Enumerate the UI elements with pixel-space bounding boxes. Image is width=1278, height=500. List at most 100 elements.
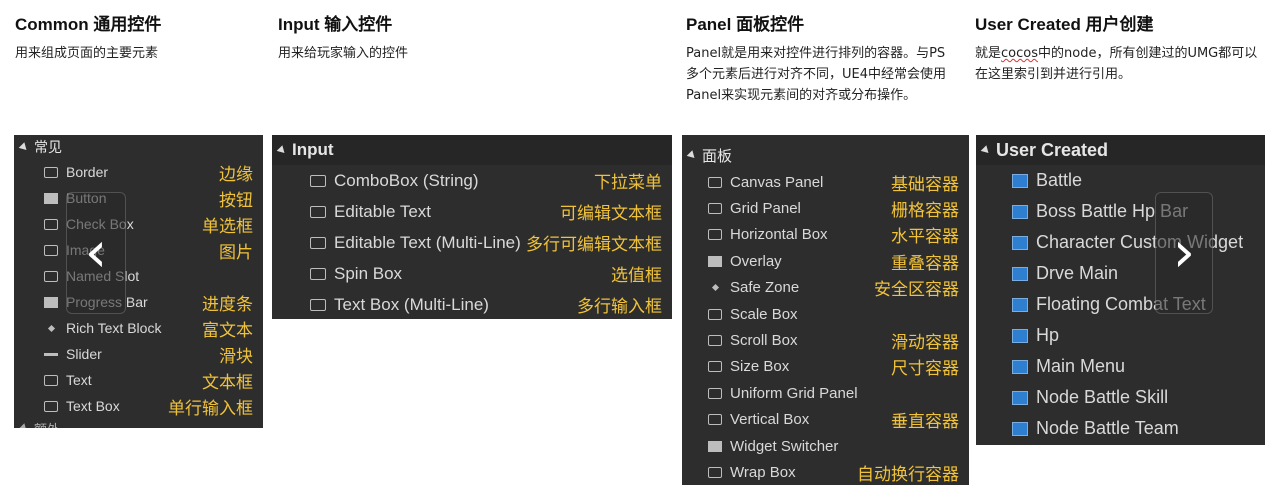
common-item-border[interactable]: Border 边缘 — [14, 159, 263, 185]
image-icon — [42, 243, 60, 257]
chinese-annotation: 重叠容器 — [891, 253, 959, 274]
user-widget-icon — [1012, 328, 1028, 343]
panel-item-canvas-panel[interactable]: Canvas Panel 基础容器 — [682, 169, 969, 195]
item-label: Node Battle Team — [1036, 418, 1179, 438]
user-widget-icon — [1012, 297, 1028, 312]
panel-item-horizontal-box[interactable]: Horizontal Box 水平容器 — [682, 222, 969, 248]
chinese-annotation: 单行输入框 — [168, 398, 253, 419]
rich-text-icon — [42, 321, 60, 335]
editable-text-multiline-icon — [308, 235, 328, 251]
user-item-battle[interactable]: Battle — [976, 165, 1265, 196]
input-desc: 用来给玩家输入的控件 — [278, 46, 409, 61]
common-palette: 常见 Border 边缘Button按钮Check Box单选框Image图片Na… — [14, 135, 263, 428]
item-label: Size Box — [730, 358, 790, 376]
canvas-panel-icon — [706, 175, 724, 189]
item-label: Node Battle Skill — [1036, 387, 1169, 407]
user-title: User Created 用户创建 — [975, 15, 1154, 34]
common-title: Common 通用控件 — [15, 15, 162, 34]
item-label: Overlay — [730, 252, 782, 270]
input-category-header[interactable]: Input — [272, 135, 672, 165]
common-item-text-box[interactable]: Text Box 单行输入框 — [14, 393, 263, 419]
common-item-button[interactable]: Button按钮 — [14, 185, 263, 211]
next-arrow-button[interactable]: › — [1155, 192, 1213, 314]
prev-arrow-button[interactable]: ‹ — [66, 192, 126, 314]
item-label: Rich Text Block — [66, 320, 162, 336]
user-item-main-menu[interactable]: Main Menu — [976, 351, 1265, 382]
collapse-triangle-icon — [18, 422, 30, 428]
chinese-annotation: 垂直容器 — [891, 412, 959, 433]
overlay-icon — [706, 254, 724, 268]
common-item-slider[interactable]: Slider 滑块 — [14, 341, 263, 367]
user-widget-icon — [1012, 204, 1028, 219]
input-column-header: Input 输入控件 用来给玩家输入的控件 — [278, 10, 638, 64]
item-label: ComboBox (String) — [334, 170, 479, 190]
panel-item-scale-box[interactable]: Scale Box — [682, 301, 969, 327]
item-label: Text Box (Multi-Line) — [334, 294, 489, 314]
panel-item-vertical-box[interactable]: Vertical Box 垂直容器 — [682, 407, 969, 433]
user-item-node-battle-skill[interactable]: Node Battle Skill — [976, 382, 1265, 413]
text-box-multiline-icon — [308, 297, 328, 313]
text-icon — [42, 373, 60, 387]
common-item-check-box[interactable]: Check Box单选框 — [14, 211, 263, 237]
chinese-annotation: 可编辑文本框 — [560, 204, 662, 224]
user-widget-icon — [1012, 173, 1028, 188]
button-icon — [42, 191, 60, 205]
panel-category-header[interactable]: 面板 — [682, 135, 969, 169]
user-widget-icon — [1012, 266, 1028, 281]
common-item-named-slot[interactable]: Named Slot — [14, 263, 263, 289]
common-item-progress-bar[interactable]: Progress Bar进度条 — [14, 289, 263, 315]
user-item-hp[interactable]: Hp — [976, 320, 1265, 351]
item-label: Main Menu — [1036, 356, 1126, 376]
collapse-triangle-icon — [980, 144, 992, 156]
input-item-spin-box[interactable]: Spin Box 选值框 — [272, 258, 672, 289]
panel-item-overlay[interactable]: Overlay 重叠容器 — [682, 248, 969, 274]
item-label: Safe Zone — [730, 279, 800, 297]
item-label: Drve Main — [1036, 263, 1119, 283]
input-item-editable-text[interactable]: Editable Text 可编辑文本框 — [272, 196, 672, 227]
chinese-annotation: 边缘 — [219, 164, 253, 185]
panel-item-uniform-grid-panel[interactable]: Uniform Grid Panel — [682, 380, 969, 406]
chinese-annotation: 自动换行容器 — [857, 464, 959, 485]
item-label: Editable Text — [334, 201, 432, 221]
panel-item-widget-switcher[interactable]: Widget Switcher — [682, 433, 969, 459]
common-item-rich-text-block[interactable]: Rich Text Block 富文本 — [14, 315, 263, 341]
common-item-image[interactable]: Image图片 — [14, 237, 263, 263]
input-item-combobox-string[interactable]: ComboBox (String) 下拉菜单 — [272, 165, 672, 196]
user-item-node-battle-team[interactable]: Node Battle Team — [976, 413, 1265, 444]
named-slot-icon — [42, 269, 60, 283]
input-palette: Input ComboBox (String) 下拉菜单 Editable Text… — [272, 135, 672, 319]
panel-palette: 面板 Canvas Panel 基础容器 Grid Panel 栅格容器 Horizon… — [682, 135, 969, 485]
input-item-editable-text-multi-line[interactable]: Editable Text (Multi-Line) 多行可编辑文本框 — [272, 227, 672, 258]
panel-item-size-box[interactable]: Size Box 尺寸容器 — [682, 354, 969, 380]
user-created-palette: User Created Battle Boss Battle Hp Bar Cha… — [976, 135, 1265, 445]
common-item-text[interactable]: Text 文本框 — [14, 367, 263, 393]
wrap-box-icon — [706, 465, 724, 479]
panel-item-safe-zone[interactable]: Safe Zone 安全区容器 — [682, 275, 969, 301]
user-item-boss-battle-hp-bar[interactable]: Boss Battle Hp Bar — [976, 196, 1265, 227]
item-label: Text Box — [66, 398, 120, 414]
vertical-box-icon — [706, 413, 724, 427]
panel-item-grid-panel[interactable]: Grid Panel 栅格容器 — [682, 195, 969, 221]
page: Common 通用控件 用来组成页面的主要元素 Input 输入控件 用来给玩家… — [0, 0, 1278, 500]
item-label: Canvas Panel — [730, 173, 824, 191]
scroll-box-icon — [706, 334, 724, 348]
user-item-drve-main[interactable]: Drve Main — [976, 258, 1265, 289]
chinese-annotation: 多行可编辑文本框 — [526, 235, 662, 255]
panel-item-wrap-box[interactable]: Wrap Box 自动换行容器 — [682, 459, 969, 485]
chinese-annotation: 文本框 — [202, 372, 253, 393]
user-item-character-custom-widget[interactable]: Character Custom Widget — [976, 227, 1265, 258]
common-category-header[interactable]: 常见 — [14, 135, 263, 159]
item-label: Editable Text (Multi-Line) — [334, 232, 521, 252]
chinese-annotation: 栅格容器 — [891, 201, 959, 222]
collapse-triangle-icon — [18, 141, 30, 153]
input-title: Input 输入控件 — [278, 15, 393, 34]
input-item-text-box-multi-line[interactable]: Text Box (Multi-Line) 多行输入框 — [272, 289, 672, 319]
grid-panel-icon — [706, 202, 724, 216]
user-category-header[interactable]: User Created — [976, 135, 1265, 165]
user-item-floating-combat-text[interactable]: Floating Combat Text — [976, 289, 1265, 320]
chevron-left-icon: ‹ — [84, 220, 108, 285]
panel-column-header: Panel 面板控件 Panel就是用来对控件进行排列的容器。与PS多个元素后进… — [686, 10, 956, 106]
extra-category-header[interactable]: 额外 — [14, 421, 60, 428]
panel-item-scroll-box[interactable]: Scroll Box 滑动容器 — [682, 327, 969, 353]
cocos-word: cocos — [1001, 46, 1038, 61]
